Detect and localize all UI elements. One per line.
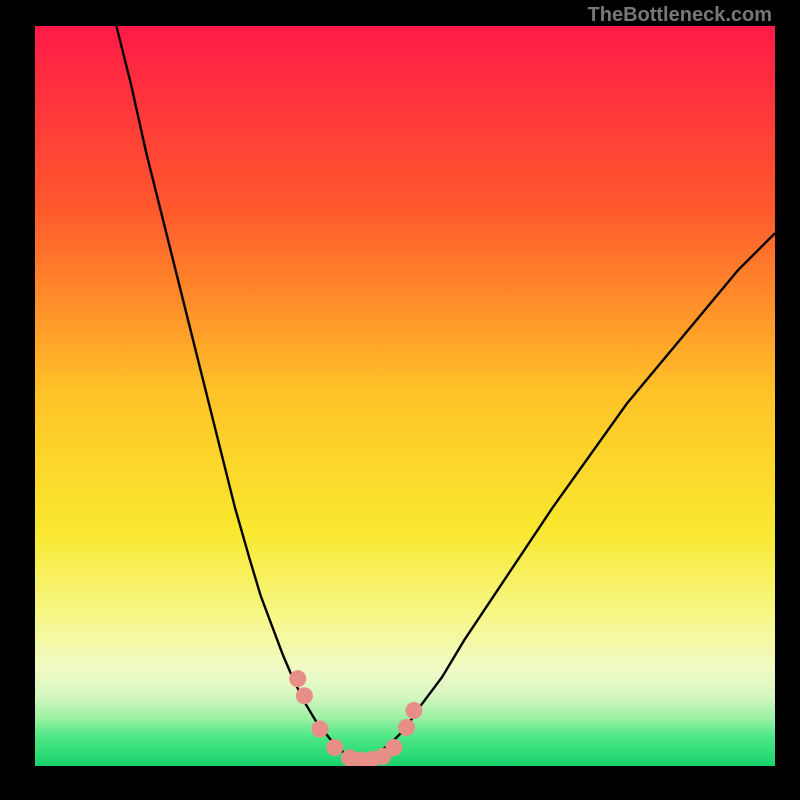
marker-dot [326,739,343,756]
frame: TheBottleneck.com [0,0,800,800]
marker-dot [398,719,415,736]
watermark-text: TheBottleneck.com [588,4,772,27]
chart-svg [35,26,775,766]
marker-dot [405,702,422,719]
marker-dot [311,721,328,738]
marker-dot [296,687,313,704]
marker-dot [385,739,402,756]
marker-dot [289,670,306,687]
gradient-bg [35,26,775,766]
plot-area [35,26,775,766]
